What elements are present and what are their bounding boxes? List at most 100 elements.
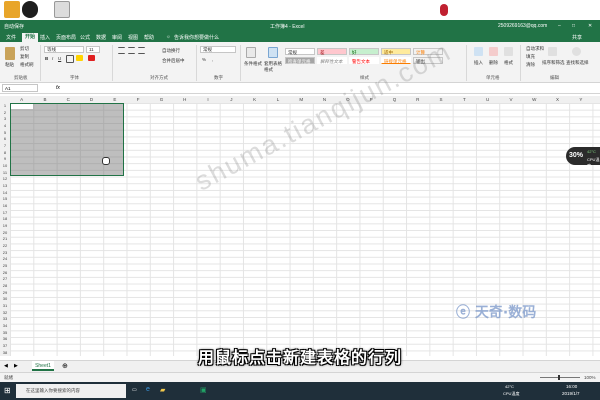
row-header[interactable]: 19 xyxy=(0,223,10,228)
font-color-icon[interactable] xyxy=(88,55,95,61)
row-header[interactable]: 25 xyxy=(0,263,10,268)
tab-home[interactable]: 开始 xyxy=(22,33,39,42)
style-bad[interactable]: 差 xyxy=(317,48,347,55)
italic-button[interactable]: I xyxy=(52,56,53,61)
row-header[interactable]: 32 xyxy=(0,310,10,315)
row-header[interactable]: 11 xyxy=(0,170,10,175)
format-painter-button[interactable]: 格式刷 xyxy=(20,62,34,68)
clear-button[interactable]: 清除 xyxy=(526,62,535,68)
column-header[interactable]: S xyxy=(429,97,452,102)
row-header[interactable]: 7 xyxy=(0,143,10,148)
row-header[interactable]: 20 xyxy=(0,230,10,235)
column-header[interactable]: U xyxy=(476,97,499,102)
maximize-icon[interactable]: □ xyxy=(572,23,575,29)
row-header[interactable]: 16 xyxy=(0,203,10,208)
tab-help[interactable]: 帮助 xyxy=(144,34,154,41)
autosum-button[interactable]: 自动求和 xyxy=(526,46,544,52)
row-header[interactable]: 33 xyxy=(0,316,10,321)
tab-insert[interactable]: 插入 xyxy=(40,34,50,41)
delete-cells-icon[interactable] xyxy=(489,47,498,56)
name-box[interactable]: A1 xyxy=(2,84,38,92)
fx-icon[interactable]: fx xyxy=(56,85,60,91)
tell-me-input[interactable]: 告诉我你想要做什么 xyxy=(174,34,219,41)
comma-button[interactable]: , xyxy=(212,57,213,62)
column-header[interactable]: V xyxy=(499,97,522,102)
row-header[interactable]: 13 xyxy=(0,183,10,188)
border-icon[interactable] xyxy=(66,55,74,63)
row-header[interactable]: 30 xyxy=(0,296,10,301)
format-cells-icon[interactable] xyxy=(504,47,513,56)
column-header[interactable]: W xyxy=(523,97,546,102)
row-header[interactable]: 36 xyxy=(0,336,10,341)
font-size-select[interactable]: 11 xyxy=(86,46,100,53)
row-header[interactable]: 8 xyxy=(0,150,10,155)
font-name-select[interactable]: 等线 xyxy=(44,46,84,53)
style-explanatory[interactable]: 解释性文本 xyxy=(317,57,347,64)
cut-button[interactable]: 剪切 xyxy=(20,46,29,52)
selected-range[interactable] xyxy=(10,103,124,176)
tab-view[interactable]: 视图 xyxy=(128,34,138,41)
column-header[interactable]: G xyxy=(150,97,173,102)
number-format-select[interactable]: 常规 xyxy=(200,46,236,53)
column-header[interactable]: Z xyxy=(593,97,600,102)
paste-icon[interactable] xyxy=(5,47,15,60)
row-header[interactable]: 29 xyxy=(0,290,10,295)
conditional-format-icon[interactable] xyxy=(246,47,256,58)
insert-cells-icon[interactable] xyxy=(474,47,483,56)
column-header[interactable]: D xyxy=(80,97,103,102)
cpu-temp-widget[interactable]: 30% 42°C CPU温度 xyxy=(566,147,600,168)
row-header[interactable]: 35 xyxy=(0,330,10,335)
zoom-level[interactable]: 100% xyxy=(584,375,596,380)
tab-data[interactable]: 数据 xyxy=(96,34,106,41)
underline-button[interactable]: U xyxy=(58,56,61,61)
row-header[interactable]: 10 xyxy=(0,163,10,168)
minimize-icon[interactable]: – xyxy=(558,23,561,29)
column-header[interactable]: M xyxy=(290,97,313,102)
row-header[interactable]: 1 xyxy=(0,103,10,108)
row-header[interactable]: 5 xyxy=(0,130,10,135)
row-header[interactable]: 12 xyxy=(0,176,10,181)
autosave-label[interactable]: 自动保存 xyxy=(4,23,24,30)
row-header[interactable]: 23 xyxy=(0,250,10,255)
row-header[interactable]: 3 xyxy=(0,116,10,121)
column-header[interactable]: J xyxy=(220,97,243,102)
column-header[interactable]: E xyxy=(103,97,126,102)
sort-filter-icon[interactable] xyxy=(548,47,557,56)
align-right-icon[interactable] xyxy=(138,47,145,54)
wrap-text-button[interactable]: 自动换行 xyxy=(162,48,180,54)
tab-review[interactable]: 审阅 xyxy=(112,34,122,41)
tab-page-layout[interactable]: 页面布局 xyxy=(56,34,76,41)
row-header[interactable]: 31 xyxy=(0,303,10,308)
edge-icon[interactable]: e xyxy=(146,386,150,393)
fill-button[interactable]: 填充 xyxy=(526,54,535,60)
row-header[interactable]: 24 xyxy=(0,256,10,261)
style-good[interactable]: 好 xyxy=(349,48,379,55)
align-left-icon[interactable] xyxy=(118,47,125,54)
table-format-button[interactable]: 套用表格格式 xyxy=(264,61,284,73)
file-icon[interactable] xyxy=(54,1,70,18)
row-header[interactable]: 27 xyxy=(0,276,10,281)
excel-taskbar-icon[interactable]: ▣ xyxy=(200,386,207,394)
insert-cells-button[interactable]: 插入 xyxy=(474,60,483,66)
formula-input[interactable] xyxy=(66,84,596,92)
style-warning[interactable]: 警告文本 xyxy=(349,57,379,64)
delete-cells-button[interactable]: 删除 xyxy=(489,60,498,66)
column-header[interactable]: R xyxy=(406,97,429,102)
format-cells-button[interactable]: 格式 xyxy=(504,60,513,66)
row-header[interactable]: 14 xyxy=(0,190,10,195)
row-header[interactable]: 26 xyxy=(0,270,10,275)
find-select-icon[interactable] xyxy=(572,47,581,56)
row-header[interactable]: 15 xyxy=(0,196,10,201)
column-header[interactable]: H xyxy=(173,97,196,102)
style-cell[interactable]: 常规 xyxy=(285,48,315,55)
row-header[interactable]: 21 xyxy=(0,236,10,241)
conditional-format-button[interactable]: 条件格式 xyxy=(244,61,262,67)
tab-formulas[interactable]: 公式 xyxy=(80,34,90,41)
close-icon[interactable]: ✕ xyxy=(588,23,592,29)
zoom-slider-thumb[interactable] xyxy=(558,375,560,380)
row-header[interactable]: 4 xyxy=(0,123,10,128)
active-cell[interactable] xyxy=(11,104,33,109)
row-header[interactable]: 2 xyxy=(0,110,10,115)
sort-filter-button[interactable]: 排序和筛选 xyxy=(542,60,565,66)
row-header[interactable]: 6 xyxy=(0,136,10,141)
